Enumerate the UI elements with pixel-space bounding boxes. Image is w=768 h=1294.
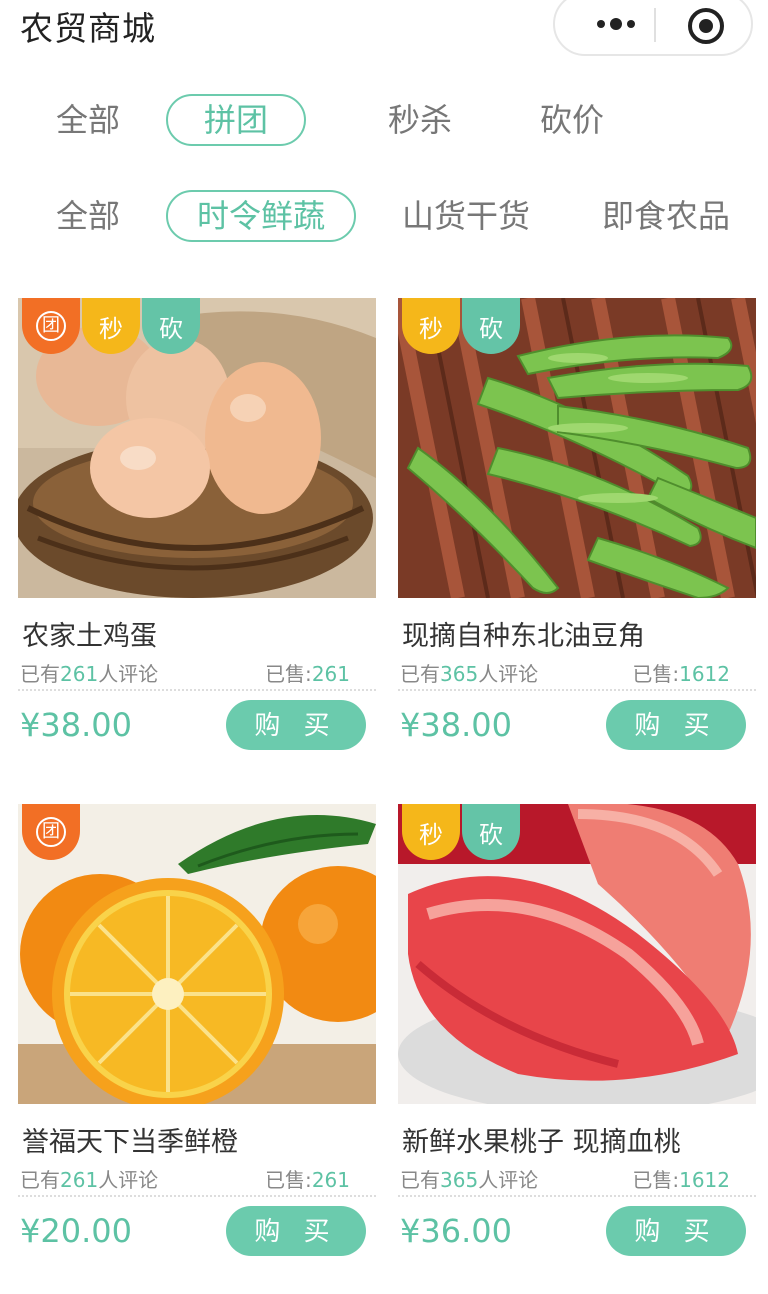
product-name[interactable]: 农家土鸡蛋 <box>22 614 157 653</box>
category-all[interactable]: 全部 <box>40 190 136 242</box>
review-count: 已有261人评论 <box>20 1168 159 1192</box>
card-divider <box>18 1195 376 1197</box>
product-card[interactable]: 团 秒 砍 农家土鸡蛋 已有261人评论 已售:261 ¥38.00 购 买 <box>18 298 376 768</box>
page-title: 农贸商城 <box>20 9 156 48</box>
buy-button[interactable]: 购 买 <box>226 700 366 750</box>
product-price: ¥36.00 <box>400 1212 512 1250</box>
buy-button[interactable]: 购 买 <box>226 1206 366 1256</box>
sold-count: 已售:261 <box>265 662 350 686</box>
category-mountain-goods[interactable]: 山货干货 <box>396 190 536 242</box>
bargain-badge: 砍 <box>462 804 520 860</box>
category-ready-food[interactable]: 即食农品 <box>596 190 736 242</box>
product-price: ¥38.00 <box>400 706 512 744</box>
group-buy-badge: 团 <box>22 804 80 860</box>
sold-count: 已售:1612 <box>632 662 730 686</box>
product-card[interactable]: 秒 砍 现摘自种东北油豆角 已有365人评论 已售:1612 ¥38.00 购 … <box>398 298 756 768</box>
card-divider <box>398 1195 756 1197</box>
product-name[interactable]: 新鲜水果桃子 现摘血桃 <box>402 1120 681 1159</box>
flash-sale-badge: 秒 <box>402 298 460 354</box>
promo-badges: 秒 砍 <box>402 804 520 860</box>
review-count: 已有261人评论 <box>20 662 159 686</box>
tab-bargain[interactable]: 砍价 <box>524 94 620 146</box>
product-image-peaches[interactable]: 秒 砍 <box>398 804 756 1104</box>
buy-button[interactable]: 购 买 <box>606 700 746 750</box>
promo-badges: 团 秒 砍 <box>22 298 200 354</box>
sold-count: 已售:1612 <box>632 1168 730 1192</box>
buy-button[interactable]: 购 买 <box>606 1206 746 1256</box>
promo-badges: 团 <box>22 804 80 860</box>
product-price: ¥38.00 <box>20 706 132 744</box>
product-name[interactable]: 誉福天下当季鲜橙 <box>22 1120 238 1159</box>
card-divider <box>398 689 756 691</box>
flash-sale-badge: 秒 <box>82 298 140 354</box>
card-divider <box>18 689 376 691</box>
product-image-beans[interactable]: 秒 砍 <box>398 298 756 598</box>
category-seasonal-veg[interactable]: 时令鲜蔬 <box>166 190 356 242</box>
product-price: ¥20.00 <box>20 1212 132 1250</box>
more-options-icon[interactable] <box>588 2 644 46</box>
tab-flash-sale[interactable]: 秒杀 <box>372 94 468 146</box>
review-count: 已有365人评论 <box>400 1168 539 1192</box>
tab-group-buy[interactable]: 拼团 <box>166 94 306 146</box>
product-name[interactable]: 现摘自种东北油豆角 <box>402 614 645 653</box>
flash-sale-badge: 秒 <box>402 804 460 860</box>
bargain-badge: 砍 <box>142 298 200 354</box>
bargain-badge: 砍 <box>462 298 520 354</box>
promo-badges: 秒 砍 <box>402 298 520 354</box>
review-count: 已有365人评论 <box>400 662 539 686</box>
product-image-oranges[interactable]: 团 <box>18 804 376 1104</box>
product-card[interactable]: 秒 砍 新鲜水果桃子 现摘血桃 已有365人评论 已售:1612 ¥36.00 … <box>398 804 756 1274</box>
tab-all[interactable]: 全部 <box>40 94 136 146</box>
miniprogram-capsule <box>553 0 753 56</box>
top-bar: 农贸商城 <box>0 0 768 62</box>
product-card[interactable]: 团 誉福天下当季鲜橙 已有261人评论 已售:261 ¥20.00 购 买 <box>18 804 376 1274</box>
product-image-eggs[interactable]: 团 秒 砍 <box>18 298 376 598</box>
group-buy-badge: 团 <box>22 298 80 354</box>
capsule-divider <box>654 8 656 42</box>
close-target-icon[interactable] <box>688 8 724 44</box>
sold-count: 已售:261 <box>265 1168 350 1192</box>
